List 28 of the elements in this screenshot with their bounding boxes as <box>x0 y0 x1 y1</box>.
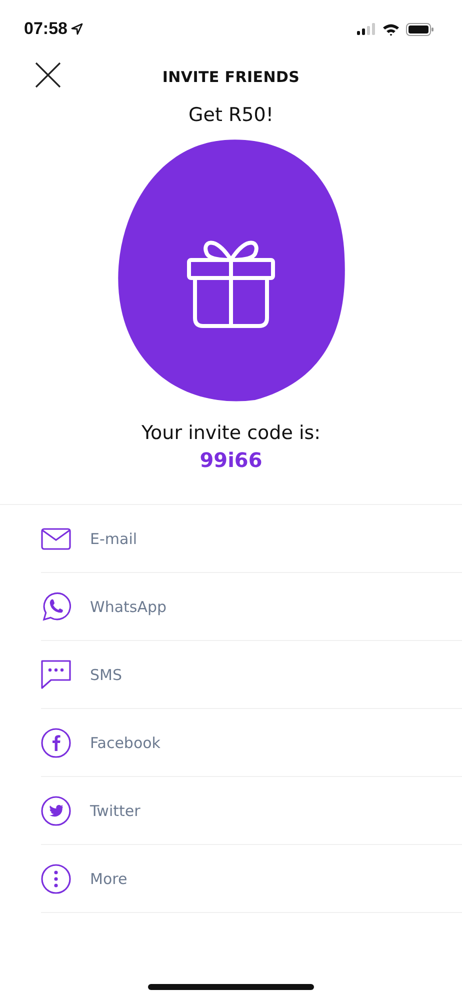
invite-code-label: Your invite code is: <box>141 422 321 444</box>
invite-code: 99i66 <box>200 448 262 472</box>
share-option[interactable]: More <box>41 845 462 913</box>
share-option-label: WhatsApp <box>90 598 167 616</box>
share-option[interactable]: Twitter <box>41 777 462 845</box>
reward-headline: Get R50! <box>188 104 274 126</box>
share-option-label: E-mail <box>90 530 138 548</box>
share-option-label: Facebook <box>90 734 160 752</box>
chat-bubble-icon <box>41 660 71 690</box>
share-option[interactable]: Facebook <box>41 709 462 777</box>
wifi-icon <box>382 22 400 36</box>
share-option[interactable]: SMS <box>41 641 462 709</box>
share-option-label: SMS <box>90 666 122 684</box>
share-option-label: More <box>90 870 128 888</box>
battery-icon <box>406 22 434 36</box>
signal-icon <box>357 23 376 35</box>
envelope-icon <box>41 528 71 550</box>
facebook-icon <box>41 728 71 758</box>
location-arrow-icon <box>71 23 84 35</box>
status-time: 07:58 <box>24 19 68 39</box>
share-option[interactable]: WhatsApp <box>41 573 462 641</box>
bird-icon <box>41 796 71 826</box>
share-option[interactable]: E-mail <box>41 505 462 573</box>
close-button[interactable] <box>33 60 63 90</box>
more-icon <box>41 864 71 894</box>
page-title: INVITE FRIENDS <box>162 68 300 86</box>
phone-bubble-icon <box>41 591 71 622</box>
share-option-label: Twitter <box>90 802 140 820</box>
